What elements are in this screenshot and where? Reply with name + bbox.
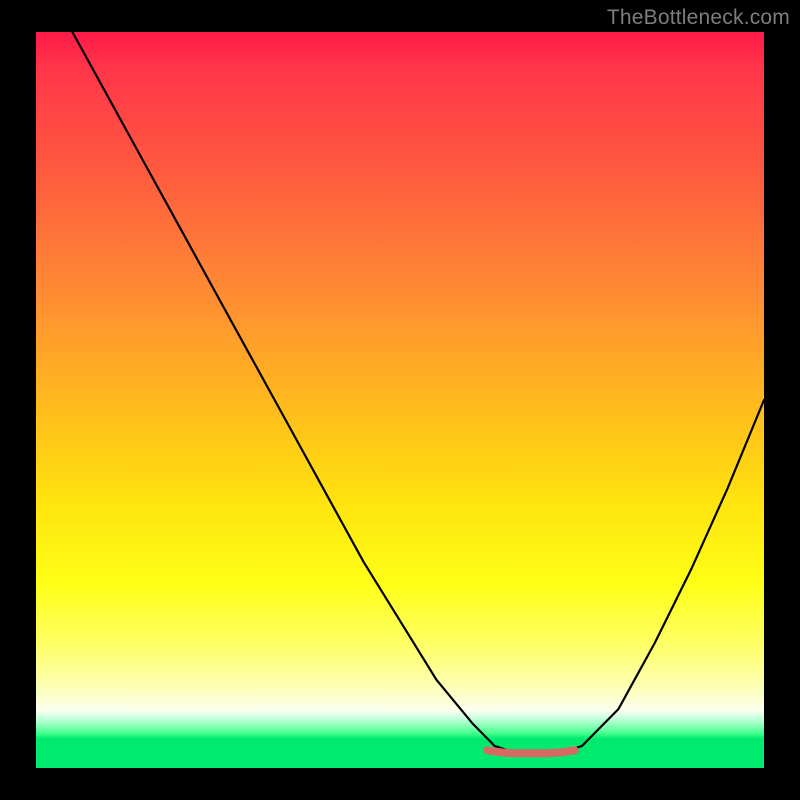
chart-svg: [36, 32, 764, 768]
chart-plot-area: [36, 32, 764, 768]
chart-frame: TheBottleneck.com: [0, 0, 800, 800]
watermark-text: TheBottleneck.com: [607, 6, 790, 30]
bottleneck-floor: [487, 750, 574, 753]
bottleneck-curve: [72, 32, 764, 753]
